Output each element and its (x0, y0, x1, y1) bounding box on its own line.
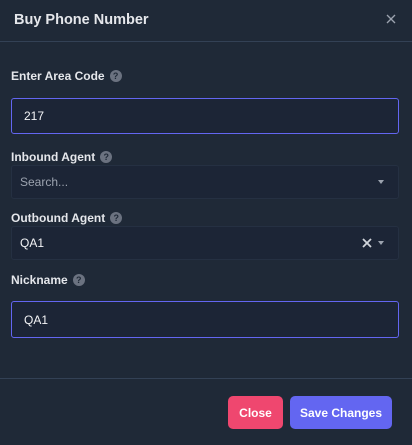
close-icon[interactable] (385, 13, 397, 25)
nickname-label: Nickname ? (11, 273, 85, 287)
clear-icon[interactable] (362, 238, 372, 248)
dialog-title: Buy Phone Number (14, 12, 149, 28)
save-changes-button[interactable]: Save Changes (290, 396, 392, 429)
chevron-down-icon[interactable] (378, 180, 384, 184)
outbound-agent-label: Outbound Agent ? (11, 211, 123, 225)
outbound-agent-value: QA1 (20, 236, 45, 250)
help-icon[interactable]: ? (100, 151, 113, 163)
area-code-input[interactable]: 217 (11, 98, 399, 134)
nickname-value: QA1 (24, 312, 49, 327)
buy-phone-number-dialog: Buy Phone Number Enter Area Code ? 217 I… (0, 0, 412, 445)
inbound-agent-label-text: Inbound Agent (11, 150, 96, 164)
close-button[interactable]: Close (228, 396, 283, 429)
help-icon[interactable]: ? (109, 70, 122, 82)
help-icon[interactable]: ? (72, 274, 85, 286)
help-icon[interactable]: ? (110, 212, 123, 224)
nickname-label-text: Nickname (11, 273, 68, 287)
inbound-agent-label: Inbound Agent ? (11, 150, 113, 164)
inbound-agent-placeholder: Search... (20, 175, 69, 189)
chevron-down-icon[interactable] (378, 241, 384, 245)
dialog-header: Buy Phone Number (0, 0, 412, 42)
area-code-value: 217 (24, 109, 45, 123)
outbound-agent-select[interactable]: QA1 (11, 226, 399, 260)
outbound-agent-label-text: Outbound Agent (11, 211, 106, 225)
nickname-input[interactable]: QA1 (11, 301, 399, 338)
area-code-label-text: Enter Area Code (11, 69, 105, 83)
area-code-label: Enter Area Code ? (11, 69, 122, 83)
inbound-agent-select[interactable]: Search... (11, 165, 399, 199)
footer-divider (0, 378, 412, 379)
